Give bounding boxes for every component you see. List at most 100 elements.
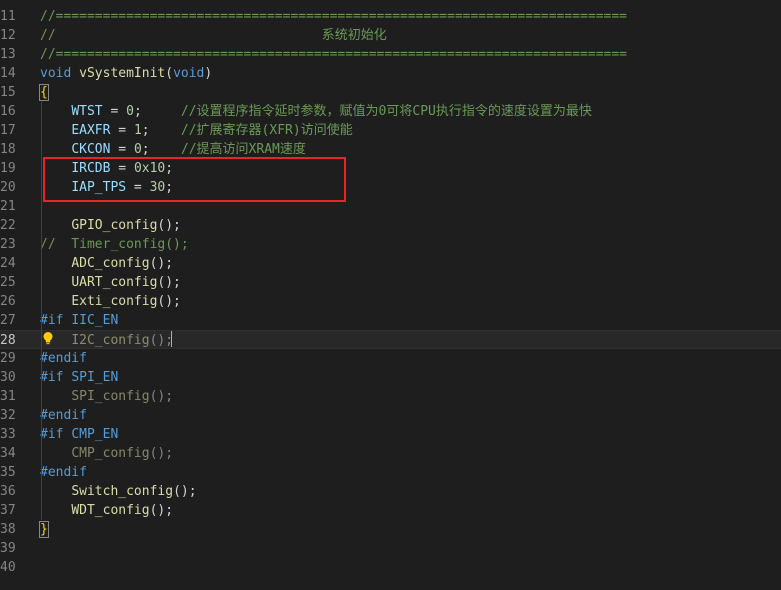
code-line[interactable]: 27 #if IIC_EN: [0, 311, 781, 330]
matched-brace: }: [39, 521, 49, 538]
line-number: 19: [0, 161, 16, 176]
code-token: =: [102, 104, 127, 119]
line-number: 39: [0, 541, 16, 556]
code-token: vSystemInit: [79, 66, 166, 81]
code-token: WTST: [71, 104, 103, 119]
code-line[interactable]: 35 #endif: [0, 463, 781, 482]
code-token: ): [204, 66, 213, 81]
code-line[interactable]: 36 Switch_config();: [0, 482, 781, 501]
line-number: 14: [0, 66, 16, 81]
code-token: ;: [165, 161, 174, 176]
line-number: 32: [0, 408, 16, 423]
code-line[interactable]: 16 WTST = 0; //设置程序指令延时参数，赋值为0可将CPU执行指令的…: [0, 102, 781, 121]
line-number: 23: [0, 237, 16, 252]
code-line[interactable]: 17 EAXFR = 1; //扩展寄存器(XFR)访问使能: [0, 121, 781, 140]
indent-guide: [41, 102, 42, 520]
line-number: 15: [0, 85, 16, 100]
code-editor[interactable]: 11 //====================================…: [0, 0, 781, 590]
code-token: #if: [40, 370, 64, 385]
line-code: #endif: [40, 349, 87, 368]
code-line[interactable]: 12 // 系统初始化: [0, 26, 781, 45]
code-token: =: [110, 142, 134, 157]
code-line[interactable]: 13 //====================================…: [0, 45, 781, 64]
code-line[interactable]: 40: [0, 558, 781, 577]
code-line[interactable]: 32 #endif: [0, 406, 781, 425]
line-number: 40: [0, 560, 16, 575]
code-line[interactable]: 30 #if SPI_EN: [0, 368, 781, 387]
line-code: // Timer_config();: [40, 235, 189, 254]
code-token: ;: [165, 180, 174, 195]
line-number: 36: [0, 484, 16, 499]
code-line[interactable]: 26 Exti_config();: [0, 292, 781, 311]
code-token: IAP_TPS: [71, 180, 127, 195]
code-token: 0: [133, 142, 142, 157]
code-token: 30: [149, 180, 166, 195]
code-token: #if: [40, 313, 64, 328]
code-line[interactable]: 18 CKCON = 0; //提高访问XRAM速度: [0, 140, 781, 159]
code-token: ();: [149, 333, 174, 348]
code-line[interactable]: 23 // Timer_config();: [0, 235, 781, 254]
line-code: void vSystemInit(void): [40, 64, 212, 83]
code-token: ;: [133, 104, 181, 119]
line-code: Switch_config();: [40, 482, 196, 501]
line-code: I2C_config();: [40, 331, 173, 350]
code-token: ();: [157, 294, 181, 309]
lightbulb-icon[interactable]: [41, 331, 55, 345]
code-token: ();: [149, 256, 174, 271]
line-code: //======================================…: [40, 45, 627, 64]
code-line[interactable]: 24 ADC_config();: [0, 254, 781, 273]
code-line[interactable]: 33 #if CMP_EN: [0, 425, 781, 444]
code-line[interactable]: 34 CMP_config();: [0, 444, 781, 463]
code-line[interactable]: 39: [0, 539, 781, 558]
code-line[interactable]: 25 UART_config();: [0, 273, 781, 292]
code-line[interactable]: 22 GPIO_config();: [0, 216, 781, 235]
line-code: {: [39, 83, 49, 102]
line-code: Exti_config();: [40, 292, 181, 311]
code-token: Switch_config: [71, 484, 174, 499]
code-token: CKCON: [71, 142, 111, 157]
code-token: #endif: [40, 351, 87, 366]
code-token: IRCDB: [71, 161, 111, 176]
code-line[interactable]: 31 SPI_config();: [0, 387, 781, 406]
line-number: 12: [0, 28, 16, 43]
code-line[interactable]: 29 #endif: [0, 349, 781, 368]
code-token: 1: [133, 123, 142, 138]
code-line[interactable]: 28 I2C_config();: [0, 330, 781, 349]
code-token: ADC_config: [71, 256, 150, 271]
line-code: IAP_TPS = 30;: [40, 178, 173, 197]
line-number: 33: [0, 427, 16, 442]
line-code: #if SPI_EN: [40, 368, 118, 387]
code-token: //设置程序指令延时参数，赋值为0可将CPU执行指令的速度设置为最快: [180, 104, 592, 119]
line-number: 31: [0, 389, 16, 404]
matched-brace: {: [39, 84, 49, 101]
code-line[interactable]: 37 WDT_config();: [0, 501, 781, 520]
text-cursor: [171, 331, 172, 347]
line-number: 22: [0, 218, 16, 233]
code-token: ();: [149, 446, 174, 461]
line-number: 20: [0, 180, 16, 195]
code-token: #endif: [40, 465, 87, 480]
line-number: 17: [0, 123, 16, 138]
code-line[interactable]: 11 //====================================…: [0, 7, 781, 26]
code-token: 0: [126, 104, 134, 119]
code-line[interactable]: 19 IRCDB = 0x10;: [0, 159, 781, 178]
code-token: #endif: [40, 408, 87, 423]
code-line[interactable]: 21: [0, 197, 781, 216]
code-line[interactable]: 38}: [0, 520, 781, 539]
code-line[interactable]: 14 void vSystemInit(void): [0, 64, 781, 83]
code-token: 0x10: [133, 161, 166, 176]
line-number: 28: [0, 333, 16, 348]
code-line[interactable]: 20 IAP_TPS = 30;: [0, 178, 781, 197]
line-code: UART_config();: [40, 273, 181, 292]
line-number: 27: [0, 313, 16, 328]
code-token: CMP_config: [71, 446, 150, 461]
code-line[interactable]: 15 {: [0, 83, 781, 102]
